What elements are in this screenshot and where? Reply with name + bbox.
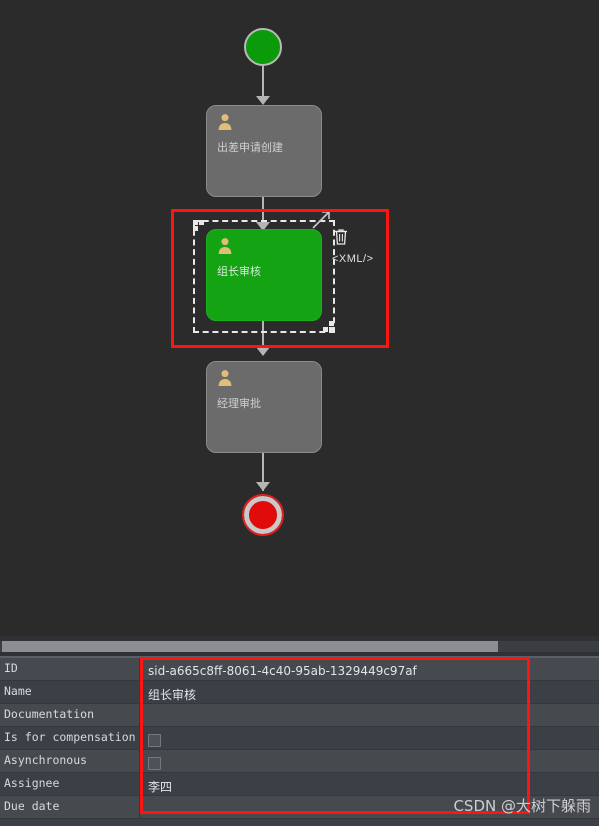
user-icon xyxy=(216,369,234,387)
delete-icon[interactable] xyxy=(334,228,348,245)
sequence-flow-3-arrowhead xyxy=(256,347,270,356)
selection-marquee xyxy=(193,220,335,333)
sequence-flow-4-arrowhead xyxy=(256,482,270,491)
property-row-due-date[interactable]: Due date xyxy=(0,796,599,819)
property-value-asynchronous[interactable] xyxy=(140,750,599,772)
property-label-name: Name xyxy=(0,681,140,703)
property-value-due-date[interactable] xyxy=(140,796,599,818)
checkbox-asynchronous[interactable] xyxy=(148,756,161,770)
property-value-assignee[interactable]: 李四 xyxy=(140,773,599,795)
user-icon xyxy=(216,113,234,131)
sequence-flow-1-line xyxy=(262,66,264,99)
property-label-assignee: Assignee xyxy=(0,773,140,795)
user-task-label-3: 经理审批 xyxy=(217,397,261,410)
user-task-node-1[interactable]: 出差申请创建 xyxy=(206,105,322,197)
xml-action-label[interactable]: <XML/> xyxy=(332,253,374,265)
property-value-id[interactable]: sid-a665c8ff-8061-4c40-95ab-1329449c97af xyxy=(140,658,599,680)
property-row-documentation[interactable]: Documentation xyxy=(0,704,599,727)
property-value-is-for-compensation[interactable] xyxy=(140,727,599,749)
resize-handle-top[interactable] xyxy=(199,220,204,225)
property-row-is-for-compensation[interactable]: Is for compensation xyxy=(0,727,599,750)
sequence-flow-1-arrowhead xyxy=(256,96,270,105)
user-task-node-3[interactable]: 经理审批 xyxy=(206,361,322,453)
resize-handle-bottom-right[interactable] xyxy=(329,327,334,332)
property-label-id: ID xyxy=(0,658,140,680)
properties-panel: ID sid-a665c8ff-8061-4c40-95ab-1329449c9… xyxy=(0,658,599,826)
property-label-is-for-compensation: Is for compensation xyxy=(0,727,140,749)
horizontal-scrollbar-thumb[interactable] xyxy=(2,641,498,652)
property-row-id[interactable]: ID sid-a665c8ff-8061-4c40-95ab-1329449c9… xyxy=(0,658,599,681)
property-value-name[interactable]: 组长审核 xyxy=(140,681,599,703)
property-label-due-date: Due date xyxy=(0,796,140,818)
resize-handle-top-left[interactable] xyxy=(193,220,198,225)
user-task-label-1: 出差申请创建 xyxy=(217,141,283,154)
end-event-node[interactable] xyxy=(242,494,284,536)
property-row-name[interactable]: Name 组长审核 xyxy=(0,681,599,704)
property-value-documentation[interactable] xyxy=(140,704,599,726)
diagram-canvas[interactable]: 出差申请创建 组长审核 <XML/> 经理审批 xyxy=(0,0,599,636)
property-row-assignee[interactable]: Assignee 李四 xyxy=(0,773,599,796)
checkbox-is-for-compensation[interactable] xyxy=(148,733,161,747)
property-row-asynchronous[interactable]: Asynchronous xyxy=(0,750,599,773)
panel-splitter[interactable] xyxy=(0,636,599,658)
resize-cursor-icon xyxy=(310,207,334,231)
resize-handle-bottom[interactable] xyxy=(323,327,328,332)
property-label-asynchronous: Asynchronous xyxy=(0,750,140,772)
resize-handle-right[interactable] xyxy=(329,321,334,326)
property-label-documentation: Documentation xyxy=(0,704,140,726)
start-event-node[interactable] xyxy=(244,28,282,66)
resize-handle-left[interactable] xyxy=(193,226,198,231)
bpmn-editor-window: 出差申请创建 组长审核 <XML/> 经理审批 ID sid-a665c8ff-… xyxy=(0,0,599,826)
